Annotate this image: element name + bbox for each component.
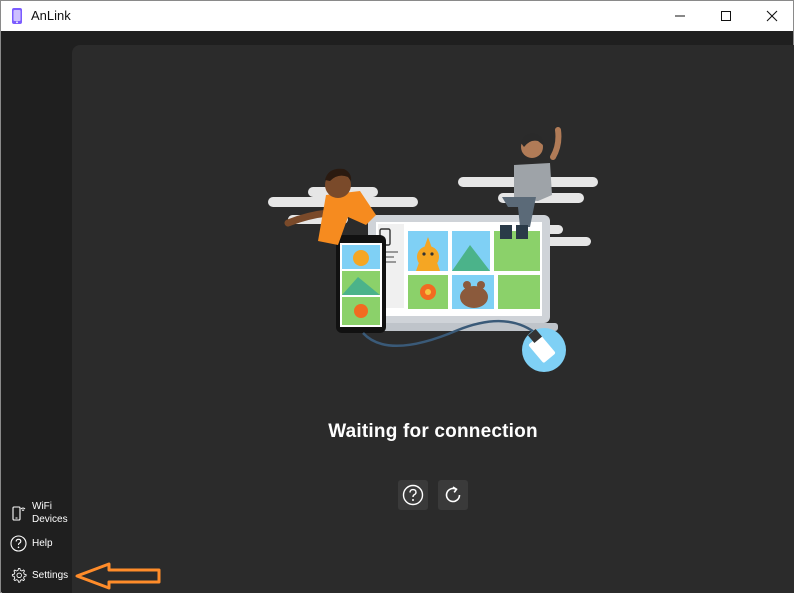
help-button[interactable] <box>398 480 428 510</box>
gear-icon <box>9 566 27 584</box>
wifi-label-line1: WiFi <box>32 501 52 512</box>
close-button[interactable] <box>749 1 794 31</box>
minimize-icon <box>675 15 685 17</box>
maximize-icon <box>721 11 731 21</box>
sidebar-item-wifi-devices[interactable]: WiFi Devices <box>2 499 72 527</box>
orange-arrow-annotation <box>75 562 161 590</box>
close-icon <box>766 10 778 22</box>
sidebar: WiFi Devices Help Settings <box>2 31 72 593</box>
maximize-button[interactable] <box>703 1 749 31</box>
sidebar-item-help[interactable]: Help <box>2 533 72 553</box>
anlink-logo-icon <box>12 8 22 24</box>
help-circle-icon <box>9 534 27 552</box>
refresh-button[interactable] <box>438 480 468 510</box>
phone-wifi-icon <box>9 504 27 522</box>
connection-illustration <box>268 127 598 372</box>
wifi-label-line2: Devices <box>32 514 68 525</box>
sidebar-item-label: WiFi Devices <box>32 500 68 526</box>
title-bar[interactable]: AnLink <box>1 1 793 31</box>
help-circle-icon <box>402 484 424 506</box>
connection-status-title: Waiting for connection <box>328 421 538 442</box>
minimize-button[interactable] <box>657 1 703 31</box>
refresh-icon <box>445 486 461 503</box>
sidebar-item-label: Help <box>32 537 53 549</box>
window-title: AnLink <box>31 8 71 23</box>
sidebar-item-settings[interactable]: Settings <box>2 565 72 585</box>
main-content: Waiting for connection <box>72 45 794 593</box>
sidebar-item-label: Settings <box>32 569 69 581</box>
app-window: AnLink WiFi Devices Help Settings Waitin… <box>0 0 794 593</box>
